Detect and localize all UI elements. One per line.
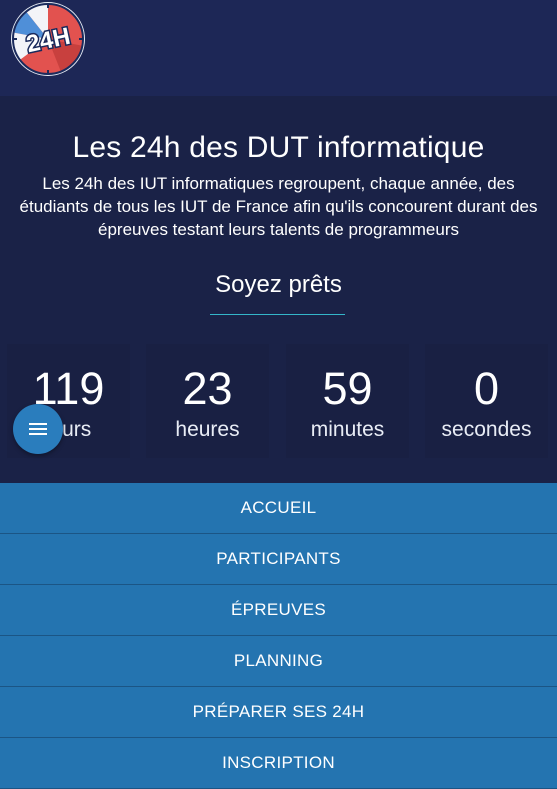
page-title: Les 24h des DUT informatique <box>72 131 485 164</box>
countdown-seconds-label: secondes <box>441 418 532 441</box>
menu-button[interactable] <box>13 404 63 454</box>
countdown-seconds-value: 0 <box>473 363 500 414</box>
countdown-minutes-value: 59 <box>322 363 373 414</box>
countdown-seconds: 0 secondes <box>425 344 548 458</box>
nav-item-participants[interactable]: PARTICIPANTS <box>0 534 557 585</box>
tagline-underline <box>210 314 345 315</box>
countdown-hours: 23 heures <box>146 344 269 458</box>
countdown-hours-label: heures <box>175 418 240 441</box>
countdown-minutes-label: minutes <box>310 418 385 441</box>
nav-item-accueil[interactable]: ACCUEIL <box>0 483 557 534</box>
nav-item-planning[interactable]: PLANNING <box>0 636 557 687</box>
nav-item-inscription[interactable]: INSCRIPTION <box>0 738 557 789</box>
nav-item-preparer[interactable]: PRÉPARER SES 24H <box>0 687 557 738</box>
hero-tagline: Soyez prêts <box>215 271 342 298</box>
site-logo[interactable]: 24H <box>7 1 89 77</box>
top-bar: 24H <box>0 0 557 96</box>
nav-item-epreuves[interactable]: ÉPREUVES <box>0 585 557 636</box>
main-nav: ACCUEIL PARTICIPANTS ÉPREUVES PLANNING P… <box>0 483 557 789</box>
hero-description: Les 24h des IUT informatiques regroupent… <box>19 174 538 239</box>
countdown-minutes: 59 minutes <box>286 344 409 458</box>
countdown-hours-value: 23 <box>182 363 233 414</box>
